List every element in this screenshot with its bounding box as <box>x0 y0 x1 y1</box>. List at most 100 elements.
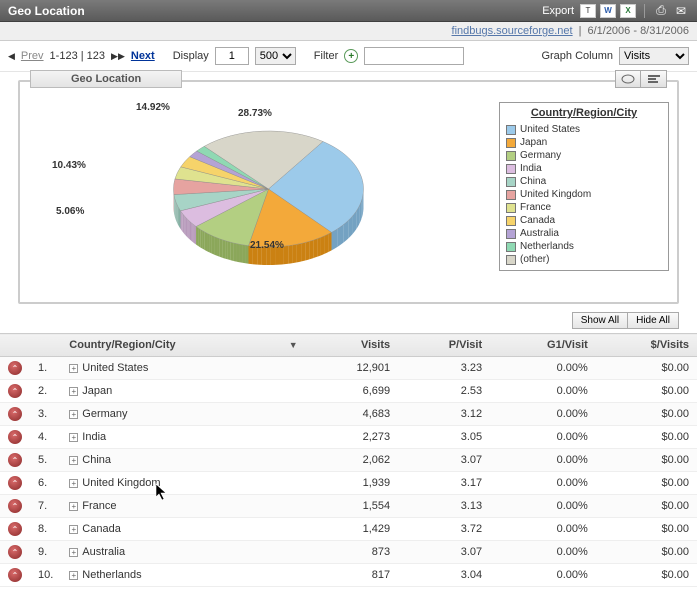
range-total: 123 <box>87 50 105 62</box>
show-all-button[interactable]: Show All <box>572 312 628 329</box>
rank-up-icon: ⌃ <box>8 407 22 421</box>
rank-up-icon: ⌃ <box>8 384 22 398</box>
rank-up-icon: ⌃ <box>8 476 22 490</box>
legend-label: Australia <box>520 228 559 239</box>
data-table: Country/Region/City▼ Visits P/Visit G1/V… <box>0 333 697 587</box>
slice-label-de: 10.43% <box>52 160 86 171</box>
perpage-select[interactable]: 500 <box>255 47 296 65</box>
legend-item[interactable]: India <box>506 162 662 175</box>
dollar-cell: $0.00 <box>596 518 697 541</box>
rank-number: 5. <box>30 449 61 472</box>
range-counter: 1-123 | 123 <box>50 50 105 62</box>
export-excel-icon[interactable]: X <box>620 4 636 18</box>
range-start: 1-123 <box>50 50 78 62</box>
legend-label: China <box>520 176 546 187</box>
graph-column-select[interactable]: Visits <box>619 47 689 65</box>
hide-all-button[interactable]: Hide All <box>628 312 679 329</box>
legend-label: Canada <box>520 215 555 226</box>
visits-cell: 817 <box>306 564 398 587</box>
header-bar: Geo Location Export T W X ⎙ ✉ <box>0 0 697 22</box>
email-icon[interactable]: ✉ <box>673 4 689 18</box>
legend-item[interactable]: Australia <box>506 227 662 240</box>
country-cell: United States <box>82 362 148 374</box>
dollar-cell: $0.00 <box>596 564 697 587</box>
table-row: ⌃1.+United States12,9013.230.00%$0.00 <box>0 357 697 380</box>
g1visit-cell: 0.00% <box>490 426 596 449</box>
page-input[interactable] <box>215 47 249 65</box>
chart-view-toggle <box>615 70 667 88</box>
g1visit-cell: 0.00% <box>490 564 596 587</box>
rank-number: 7. <box>30 495 61 518</box>
visits-cell: 873 <box>306 541 398 564</box>
expand-icon[interactable]: + <box>69 456 78 465</box>
dollar-cell: $0.00 <box>596 495 697 518</box>
legend-item[interactable]: Germany <box>506 149 662 162</box>
country-cell: Australia <box>82 546 125 558</box>
toolbar: ◀ Prev 1-123 | 123 ▶▶ Next Display 500 F… <box>0 41 697 72</box>
col-dollar[interactable]: $/Visits <box>596 334 697 357</box>
view-bar-icon[interactable] <box>641 70 667 88</box>
col-rank-num <box>30 334 61 357</box>
expand-icon[interactable]: + <box>69 433 78 442</box>
filter-input[interactable] <box>364 47 464 65</box>
expand-icon[interactable]: + <box>69 479 78 488</box>
legend-item[interactable]: China <box>506 175 662 188</box>
domain-link[interactable]: findbugs.sourceforge.net <box>452 25 573 37</box>
col-pvisit[interactable]: P/Visit <box>398 334 490 357</box>
expand-icon[interactable]: + <box>69 364 78 373</box>
filter-label: Filter <box>314 50 338 62</box>
add-filter-icon[interactable]: + <box>344 49 358 63</box>
dollar-cell: $0.00 <box>596 426 697 449</box>
table-row: ⌃8.+Canada1,4293.720.00%$0.00 <box>0 518 697 541</box>
rank-number: 10. <box>30 564 61 587</box>
col-g1visit[interactable]: G1/Visit <box>490 334 596 357</box>
expand-icon[interactable]: + <box>69 571 78 580</box>
pvisit-cell: 3.07 <box>398 541 490 564</box>
separator-icon <box>644 4 645 18</box>
export-word-icon[interactable]: W <box>600 4 616 18</box>
expand-icon[interactable]: + <box>69 525 78 534</box>
legend-swatch-icon <box>506 203 516 213</box>
rank-up-icon: ⌃ <box>8 545 22 559</box>
legend-item[interactable]: United States <box>506 123 662 136</box>
legend-item[interactable]: Japan <box>506 136 662 149</box>
col-visits[interactable]: Visits <box>306 334 398 357</box>
expand-icon[interactable]: + <box>69 387 78 396</box>
rank-number: 9. <box>30 541 61 564</box>
expand-icon[interactable]: + <box>69 502 78 511</box>
col-country[interactable]: Country/Region/City▼ <box>61 334 305 357</box>
next-arrow-icon: ▶▶ <box>111 51 125 62</box>
visits-cell: 12,901 <box>306 357 398 380</box>
rank-up-icon: ⌃ <box>8 430 22 444</box>
export-text-icon[interactable]: T <box>580 4 596 18</box>
dollar-cell: $0.00 <box>596 357 697 380</box>
legend-item[interactable]: United Kingdom <box>506 188 662 201</box>
next-link[interactable]: Next <box>131 50 155 62</box>
expand-icon[interactable]: + <box>69 548 78 557</box>
legend-label: United States <box>520 124 580 135</box>
legend-item[interactable]: (other) <box>506 253 662 266</box>
visits-cell: 1,554 <box>306 495 398 518</box>
separator: | <box>579 25 582 37</box>
table-row: ⌃4.+India2,2733.050.00%$0.00 <box>0 426 697 449</box>
g1visit-cell: 0.00% <box>490 380 596 403</box>
legend-swatch-icon <box>506 138 516 148</box>
show-hide-bar: Show All Hide All <box>0 308 697 329</box>
legend-item[interactable]: France <box>506 201 662 214</box>
pvisit-cell: 3.07 <box>398 449 490 472</box>
legend-item[interactable]: Netherlands <box>506 240 662 253</box>
col-country-label: Country/Region/City <box>69 339 175 351</box>
country-cell: United Kingdom <box>82 477 160 489</box>
table-row: ⌃3.+Germany4,6833.120.00%$0.00 <box>0 403 697 426</box>
dollar-cell: $0.00 <box>596 403 697 426</box>
table-row: ⌃6.+United Kingdom1,9393.170.00%$0.00 <box>0 472 697 495</box>
expand-icon[interactable]: + <box>69 410 78 419</box>
slice-label-in: 5.06% <box>56 206 84 217</box>
print-icon[interactable]: ⎙ <box>653 4 669 18</box>
legend-item[interactable]: Canada <box>506 214 662 227</box>
view-pie-icon[interactable] <box>615 70 641 88</box>
rank-number: 8. <box>30 518 61 541</box>
g1visit-cell: 0.00% <box>490 518 596 541</box>
rank-number: 1. <box>30 357 61 380</box>
prev-link[interactable]: Prev <box>21 50 44 62</box>
